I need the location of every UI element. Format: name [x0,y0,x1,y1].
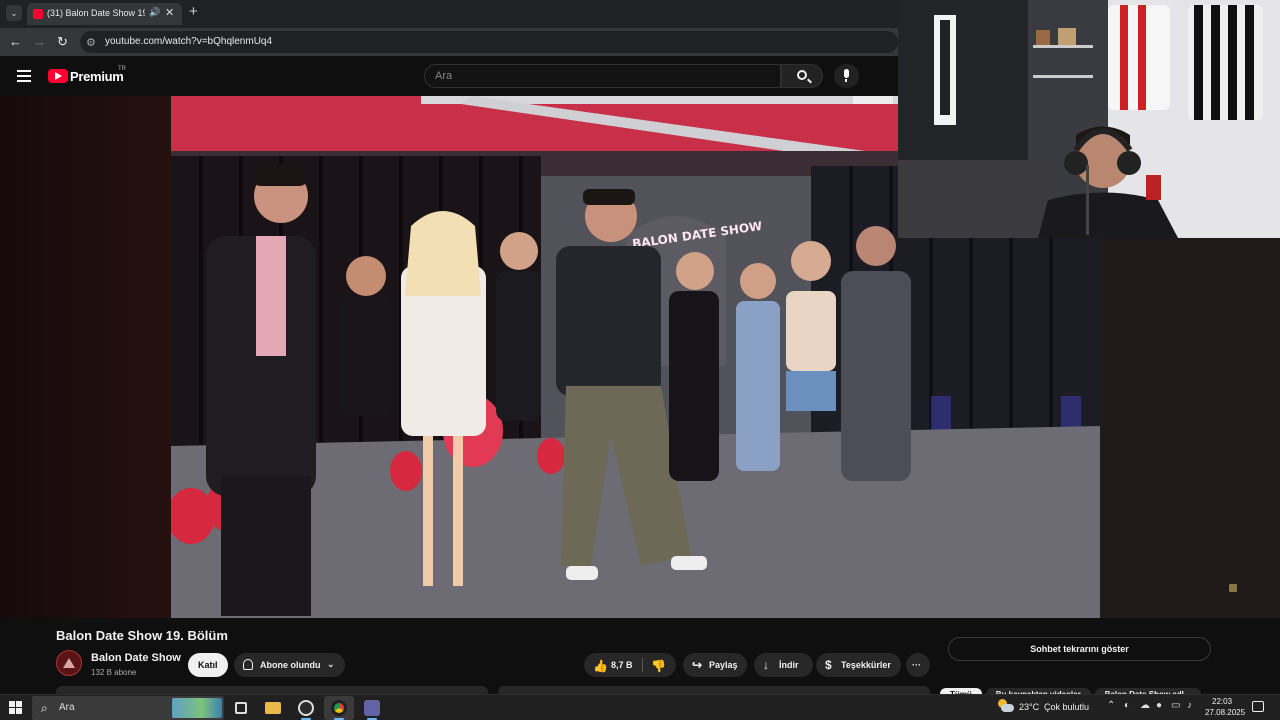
join-button[interactable]: Katıl [188,653,228,677]
clock-time[interactable]: 22:03 [1212,697,1232,706]
youtube-header: Premium TR [0,56,900,96]
channel-name[interactable]: Balon Date Show [91,652,181,664]
volume-icon[interactable]: ♪ [1187,700,1192,711]
youtube-favicon-icon [33,9,43,19]
tab-search-chevron-icon[interactable]: ⌄ [6,5,22,21]
like-dislike-group[interactable]: 👍 8,7 B 👎 [584,653,676,677]
search-highlight-image [172,698,222,718]
like-divider [642,658,643,672]
task-view-icon[interactable] [226,696,256,720]
network-icon[interactable]: ▭ [1171,700,1180,711]
country-code: TR [118,66,126,72]
subscribed-label: Abone olundu [260,660,321,670]
reload-icon[interactable]: ↻ [57,34,68,50]
download-button[interactable]: ↓ İndir [754,653,813,677]
like-icon[interactable]: 👍 [593,659,608,673]
microphone-icon [844,69,849,82]
bell-icon [243,659,253,670]
chat-replay-button[interactable]: Sohbet tekrarını göster [948,637,1211,661]
share-label: Paylaş [709,660,738,670]
thanks-button[interactable]: $ Teşekkürler [816,653,901,677]
youtube-premium-label[interactable]: Premium [70,69,124,84]
windows-start-icon[interactable] [9,701,22,714]
search-input[interactable] [435,70,765,82]
subscribed-button[interactable]: Abone olundu ⌄ [234,653,345,677]
search-box[interactable] [424,64,781,88]
dislike-icon[interactable]: 👎 [651,659,666,673]
download-label: İndir [779,660,799,670]
obs-icon[interactable] [291,696,321,720]
taskbar-search-label: Ara [59,702,75,713]
channel-avatar[interactable] [56,650,82,676]
more-icon: ··· [912,660,921,670]
video-backdrop-left [0,96,171,618]
webcam-overlay [898,0,1280,238]
share-button[interactable]: ↪ Paylaş [683,653,747,677]
clock-date[interactable]: 27.08.2025 [1205,708,1245,717]
weather-icon[interactable] [998,699,1014,713]
tray-app-icon[interactable]: ◐ [1124,700,1130,711]
more-actions-button[interactable]: ··· [906,653,930,677]
notification-icon[interactable] [1252,701,1264,712]
thanks-label: Teşekkürler [841,660,891,670]
close-tab-icon[interactable]: ✕ [165,6,174,19]
file-explorer-icon[interactable] [258,696,288,720]
new-tab-icon[interactable]: + [189,3,198,20]
chevron-down-icon: ⌄ [327,659,335,669]
teams-icon[interactable] [357,696,387,720]
browser-toolbar: ← → ↻ ⚙ youtube.com/watch?v=bQhqlenmUq4 [0,28,900,56]
windows-taskbar: ⌕ Ara 23°C Çok bulutlu ⌃ ◐ ☁ ● ▭ ♪ 22:03… [0,694,1280,720]
voice-search-button[interactable] [834,64,859,88]
weather-condition[interactable]: Çok bulutlu [1044,702,1089,712]
microphone-tray-icon[interactable]: ● [1156,700,1162,711]
address-bar[interactable]: ⚙ youtube.com/watch?v=bQhqlenmUq4 [80,31,898,53]
url-text[interactable]: youtube.com/watch?v=bQhqlenmUq4 [105,36,272,47]
onedrive-icon[interactable]: ☁ [1140,700,1150,711]
share-icon: ↪ [692,658,703,672]
temperature[interactable]: 23°C [1019,702,1039,712]
forward-arrow-icon[interactable]: → [33,34,46,49]
search-icon: ⌕ [41,701,48,715]
tab-title: (31) Balon Date Show 19. B [47,8,145,18]
webcam-scene [898,0,1280,238]
join-label: Katıl [198,660,218,670]
search-button[interactable] [781,64,823,88]
subscriber-count: 132 B abone [91,668,137,677]
chat-replay-label: Sohbet tekrarını göster [1030,644,1129,654]
download-icon: ↓ [763,658,769,672]
back-arrow-icon[interactable]: ← [9,34,22,49]
video-title: Balon Date Show 19. Bölüm [56,628,228,643]
video-backdrop-right [1100,238,1280,618]
like-count[interactable]: 8,7 B [611,660,633,670]
search-icon [797,70,807,80]
speaker-icon[interactable]: 🔊 [149,7,160,18]
browser-tab[interactable]: (31) Balon Date Show 19. B 🔊 ✕ [27,3,182,25]
chrome-icon[interactable] [324,696,354,720]
channel-watermark-icon[interactable] [1229,584,1237,592]
taskbar-search[interactable]: ⌕ Ara [32,696,224,720]
browser-tab-bar: ⌄ (31) Balon Date Show 19. B 🔊 ✕ + [0,0,900,28]
site-info-icon[interactable]: ⚙ [86,36,96,49]
super-thanks-icon: $ [825,658,832,672]
youtube-logo-icon[interactable] [48,69,68,83]
menu-icon[interactable] [17,70,31,82]
show-hidden-icons-icon[interactable]: ⌃ [1107,700,1115,711]
